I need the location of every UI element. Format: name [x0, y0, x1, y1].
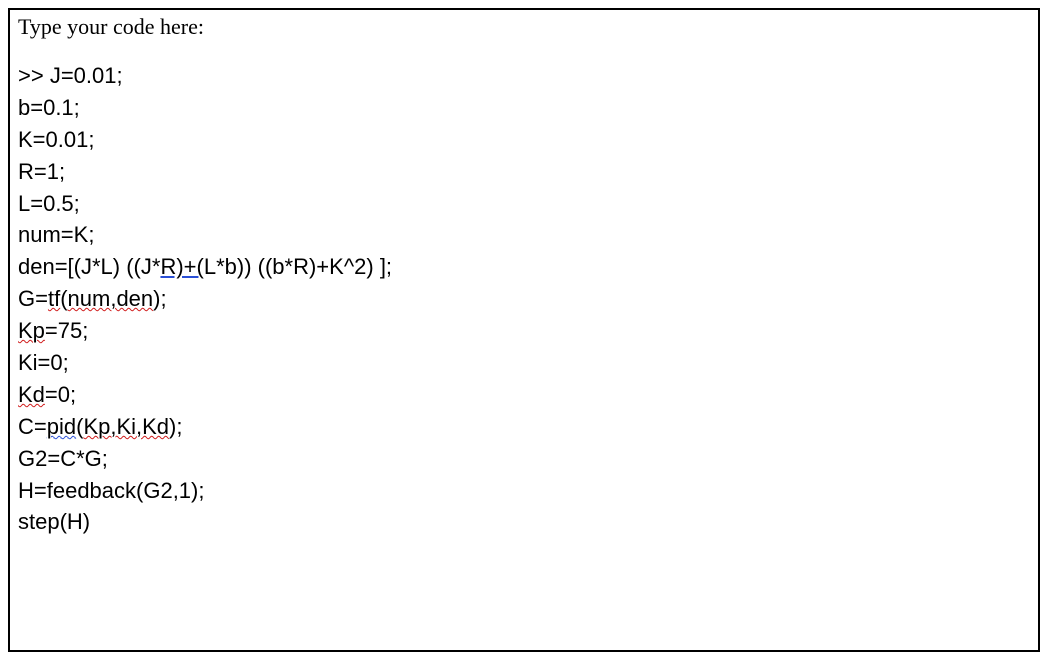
code-line-6: num=K; — [18, 219, 1030, 251]
code-text: =0; — [45, 382, 76, 407]
code-text: C= — [18, 414, 47, 439]
code-text: G2=C*G; — [18, 446, 108, 471]
editor-placeholder: Type your code here: — [18, 14, 1030, 40]
code-line-3: K=0.01; — [18, 124, 1030, 156]
code-text: J=0.01; — [50, 63, 123, 88]
code-text: L*b)) ((b*R)+K^2) ]; — [204, 254, 392, 279]
code-text: L=0.5; — [18, 191, 80, 216]
code-line-7: den=[(J*L) ((J*R)+(L*b)) ((b*R)+K^2) ]; — [18, 251, 1030, 283]
code-text: R=1; — [18, 159, 65, 184]
code-line-10: Ki=0; — [18, 347, 1030, 379]
code-text: ); — [169, 414, 182, 439]
spellcheck-squiggle: Kp,Ki,Kd — [83, 414, 169, 439]
grammar-squiggle: pid — [47, 414, 76, 439]
spellcheck-squiggle: Kd — [18, 382, 45, 407]
code-text: H=feedback(G2,1); — [18, 478, 204, 503]
code-line-4: R=1; — [18, 156, 1030, 188]
code-line-11: Kd=0; — [18, 379, 1030, 411]
code-text: ( — [60, 286, 67, 311]
prompt: >> — [18, 63, 50, 88]
code-text: ); — [153, 286, 166, 311]
code-text-underline: R)+( — [160, 254, 203, 279]
code-line-5: L=0.5; — [18, 188, 1030, 220]
code-line-1: >> J=0.01; — [18, 60, 1030, 92]
code-text: den=[(J*L) ((J* — [18, 254, 160, 279]
code-text: =75; — [45, 318, 88, 343]
code-editor-container[interactable]: Type your code here: >> J=0.01; b=0.1; K… — [8, 8, 1040, 652]
code-area[interactable]: >> J=0.01; b=0.1; K=0.01; R=1; L=0.5; nu… — [18, 60, 1030, 538]
code-line-12: C=pid(Kp,Ki,Kd); — [18, 411, 1030, 443]
code-text: Ki=0; — [18, 350, 69, 375]
code-text: step(H) — [18, 509, 90, 534]
spellcheck-squiggle: Kp — [18, 318, 45, 343]
spellcheck-squiggle: num,den — [68, 286, 154, 311]
code-line-9: Kp=75; — [18, 315, 1030, 347]
code-line-8: G=tf(num,den); — [18, 283, 1030, 315]
code-text: G= — [18, 286, 48, 311]
spellcheck-squiggle: tf — [48, 286, 60, 311]
code-text: K=0.01; — [18, 127, 94, 152]
code-text: b=0.1; — [18, 95, 80, 120]
code-text: num=K; — [18, 222, 94, 247]
code-line-14: H=feedback(G2,1); — [18, 475, 1030, 507]
code-line-2: b=0.1; — [18, 92, 1030, 124]
code-line-15: step(H) — [18, 506, 1030, 538]
code-line-13: G2=C*G; — [18, 443, 1030, 475]
